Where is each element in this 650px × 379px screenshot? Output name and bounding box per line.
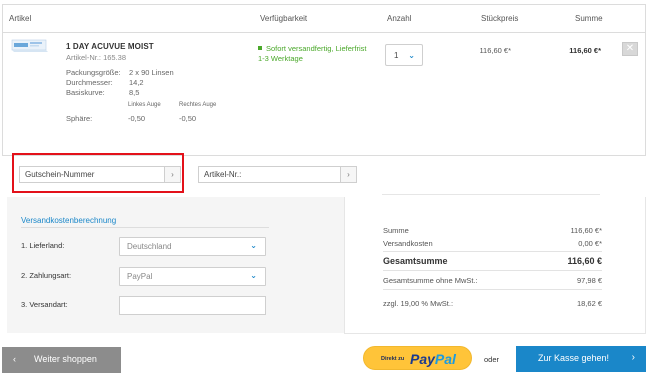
voucher-highlight-frame bbox=[12, 153, 184, 193]
availability-text: Sofort versandfertig, Lieferfrist bbox=[266, 44, 367, 53]
dispatch-label: 3. Versandart: bbox=[21, 300, 68, 309]
totals-sum-row: Summe 116,60 €* bbox=[383, 226, 602, 235]
divider bbox=[382, 194, 600, 195]
spec-label: Durchmesser: bbox=[66, 78, 113, 87]
chevron-left-icon: ‹ bbox=[13, 354, 16, 364]
spec-label: Basiskurve: bbox=[66, 88, 105, 97]
availability-status: Sofort versandfertig, Lieferfrist 1-3 We… bbox=[258, 44, 366, 64]
shipping-calculator-title[interactable]: Versandkostenberechnung bbox=[21, 216, 116, 225]
remove-item-button[interactable]: ✕ bbox=[622, 42, 638, 56]
divider bbox=[383, 270, 602, 271]
header-sum: Summe bbox=[575, 14, 603, 23]
country-select[interactable]: Deutschland ⌄ bbox=[119, 237, 266, 256]
paypal-logo-pal: Pal bbox=[434, 351, 456, 367]
paypal-logo-pay: Pay bbox=[410, 351, 435, 367]
article-number-placeholder: Artikel-Nr.: bbox=[204, 170, 242, 179]
or-label: oder bbox=[484, 355, 500, 364]
paypal-direct-label: Direkt zu bbox=[381, 356, 405, 362]
chevron-down-icon: ⌄ bbox=[408, 51, 415, 60]
totals-total-value: 116,60 € bbox=[567, 256, 602, 266]
continue-shopping-button[interactable]: ‹ Weiter shoppen bbox=[2, 347, 121, 373]
divider bbox=[21, 227, 269, 228]
totals-sum-label: Summe bbox=[383, 226, 409, 235]
quantity-select[interactable]: 1 ⌄ bbox=[385, 44, 423, 66]
sphere-left-value: -0,50 bbox=[128, 114, 146, 123]
quantity-value: 1 bbox=[394, 51, 399, 60]
country-value: Deutschland bbox=[127, 242, 172, 251]
chevron-down-icon: ⌄ bbox=[250, 241, 257, 250]
product-specs: Packungsgröße: 2 x 90 Linsen Durchmesser:… bbox=[66, 68, 174, 98]
checkout-label: Zur Kasse gehen! bbox=[538, 353, 610, 363]
totals-net-row: Gesamtsumme ohne MwSt.: 97,98 € bbox=[383, 276, 602, 285]
article-number-input[interactable]: Artikel-Nr.: › bbox=[198, 166, 357, 183]
paypal-logo: PayPal bbox=[410, 351, 456, 367]
totals-total-row: Gesamtsumme 116,60 € bbox=[383, 256, 602, 266]
totals-shipping-value: 0,00 €* bbox=[578, 239, 602, 248]
spec-label: Packungsgröße: bbox=[66, 68, 121, 77]
unit-price: 116,60 €* bbox=[479, 46, 511, 55]
dispatch-select[interactable] bbox=[119, 296, 266, 315]
spec-row: Packungsgröße: 2 x 90 Linsen bbox=[66, 68, 174, 78]
availability-delivery-time: 1-3 Werktage bbox=[258, 54, 303, 63]
payment-label: 2. Zahlungsart: bbox=[21, 271, 72, 280]
totals-net-label: Gesamtsumme ohne MwSt.: bbox=[383, 276, 478, 285]
paypal-express-button[interactable]: Direkt zu PayPal bbox=[363, 346, 472, 370]
continue-shopping-label: Weiter shoppen bbox=[34, 354, 97, 364]
payment-select[interactable]: PayPal ⌄ bbox=[119, 267, 266, 286]
totals-shipping-row: Versandkosten 0,00 €* bbox=[383, 239, 602, 248]
chevron-right-icon: › bbox=[631, 352, 635, 363]
header-unit-price: Stückpreis bbox=[481, 14, 519, 23]
close-icon: ✕ bbox=[625, 43, 635, 54]
product-article-number: Artikel-Nr.: 165.38 bbox=[66, 53, 127, 62]
totals-net-value: 97,98 € bbox=[576, 276, 602, 285]
spec-row: Basiskurve: 8,5 bbox=[66, 88, 174, 98]
header-availability: Verfügbarkeit bbox=[260, 14, 308, 23]
totals-shipping-label: Versandkosten bbox=[383, 239, 433, 248]
totals-tax-row: zzgl. 19,00 % MwSt.: 18,62 € bbox=[383, 299, 602, 308]
right-eye-label: Rechtes Auge bbox=[179, 102, 217, 108]
totals-tax-label: zzgl. 19,00 % MwSt.: bbox=[383, 299, 454, 308]
product-name[interactable]: 1 DAY ACUVUE MOIST bbox=[66, 42, 154, 51]
cart-table-header: Artikel Verfügbarkeit Anzahl Stückpreis … bbox=[3, 5, 645, 33]
country-label: 1. Lieferland: bbox=[21, 241, 65, 250]
contact-lens-box-icon[interactable] bbox=[10, 38, 50, 54]
spec-value: 14,2 bbox=[129, 78, 144, 87]
chevron-down-icon: ⌄ bbox=[250, 271, 257, 280]
left-eye-label: Linkes Auge bbox=[128, 102, 161, 108]
payment-value: PayPal bbox=[127, 272, 153, 281]
divider bbox=[383, 289, 602, 290]
article-number-submit-button[interactable]: › bbox=[340, 167, 356, 182]
totals-sum-value: 116,60 €* bbox=[570, 226, 602, 235]
checkout-button[interactable]: Zur Kasse gehen! › bbox=[516, 346, 646, 372]
row-sum: 116,60 €* bbox=[569, 46, 601, 55]
sphere-right-value: -0,50 bbox=[179, 114, 197, 123]
sphere-label: Sphäre: bbox=[66, 114, 93, 123]
spec-value: 2 x 90 Linsen bbox=[129, 68, 174, 77]
header-quantity: Anzahl bbox=[387, 14, 412, 23]
availability-dot-icon bbox=[258, 46, 262, 50]
totals-total-label: Gesamtsumme bbox=[383, 256, 448, 266]
spec-row: Durchmesser: 14,2 bbox=[66, 78, 174, 88]
header-article: Artikel bbox=[9, 14, 32, 23]
divider bbox=[383, 251, 602, 252]
spec-value: 8,5 bbox=[129, 88, 140, 97]
totals-tax-value: 18,62 € bbox=[576, 299, 602, 308]
